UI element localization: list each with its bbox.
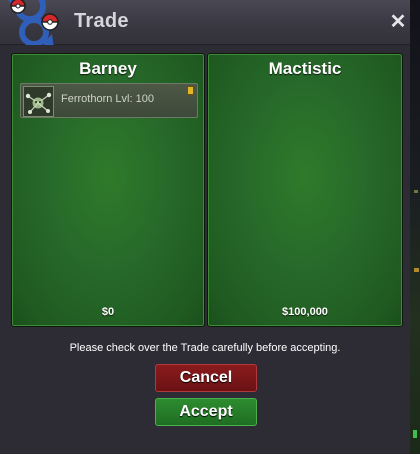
- title-bar[interactable]: Trade ✕: [0, 0, 410, 48]
- background-detail: [413, 430, 417, 438]
- trade-notice: Please check over the Trade carefully be…: [69, 342, 341, 354]
- trade-exchange-icon: [8, 0, 59, 48]
- accept-button[interactable]: Accept: [155, 398, 257, 426]
- trade-body: Barney Ferrothorn Lvl: 100 $0 Mactistic …: [0, 45, 410, 454]
- window-title: Trade: [74, 10, 129, 32]
- ferrothorn-sprite-icon: [23, 86, 54, 117]
- offered-item-ferrothorn[interactable]: Ferrothorn Lvl: 100: [20, 83, 198, 118]
- background-game-view: [410, 0, 420, 454]
- trader-name: Mactistic: [268, 59, 342, 78]
- close-icon[interactable]: ✕: [388, 12, 408, 32]
- item-info-badge-icon[interactable]: [187, 86, 194, 95]
- trader-name: Barney: [79, 59, 137, 78]
- background-detail: [414, 268, 419, 272]
- cancel-button[interactable]: Cancel: [155, 364, 257, 392]
- item-label: Ferrothorn Lvl: 100: [61, 93, 154, 105]
- offered-money: $100,000: [282, 306, 328, 318]
- offer-panel-mactistic: Mactistic $100,000: [207, 53, 403, 327]
- offer-panel-barney: Barney Ferrothorn Lvl: 100 $0: [11, 53, 205, 327]
- trade-window: Trade ✕ Barney Ferrothorn Lvl: 100 $0 Ma…: [0, 0, 420, 454]
- background-detail: [414, 190, 418, 193]
- offered-money: $0: [101, 306, 115, 318]
